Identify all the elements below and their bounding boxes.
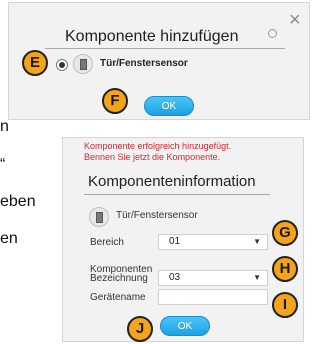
bereich-value: 01	[169, 236, 181, 247]
bereich-select[interactable]: 01 ▼	[158, 234, 268, 250]
door-sensor-icon	[89, 207, 109, 227]
geraetename-input[interactable]	[158, 289, 268, 305]
divider	[84, 194, 270, 195]
dialog-title: Komponente hinzufügen	[65, 28, 239, 45]
ok-button[interactable]: OK	[160, 316, 210, 336]
step-marker-i: I	[272, 292, 298, 318]
background-text-fragment: eben	[0, 193, 36, 210]
sensor-name: Tür/Fenstersensor	[100, 58, 188, 69]
spinner-icon	[268, 29, 277, 38]
bezeichnung-value: 03	[169, 272, 181, 283]
sensor-radio-button[interactable]	[56, 59, 68, 71]
step-marker-h: H	[272, 256, 298, 282]
step-marker-f: F	[102, 88, 128, 114]
door-sensor-icon	[73, 54, 93, 74]
background-text-fragment: n	[0, 118, 9, 135]
success-message: Bennen Sie jetzt die Komponente.	[84, 152, 221, 162]
geraetename-label: Gerätename	[90, 292, 146, 303]
divider	[45, 48, 285, 49]
background-text-fragment: en	[0, 230, 18, 247]
sensor-name: Tür/Fenstersensor	[116, 210, 198, 221]
ok-button[interactable]: OK	[144, 96, 194, 116]
bereich-label: Bereich	[90, 237, 124, 248]
chevron-down-icon: ▼	[253, 237, 261, 246]
step-marker-j: J	[127, 316, 153, 342]
close-icon[interactable]: ×	[289, 10, 301, 30]
chevron-down-icon: ▼	[253, 273, 261, 282]
step-marker-g: G	[272, 220, 298, 246]
dialog-title: Komponenteninformation	[88, 173, 256, 190]
bezeichnung-label: Bezeichnung	[90, 273, 148, 284]
success-message: Komponente erfolgreich hinzugefügt.	[84, 141, 232, 151]
step-marker-e: E	[22, 50, 48, 76]
bezeichnung-select[interactable]: 03 ▼	[158, 270, 268, 286]
background-text-fragment: “	[0, 156, 6, 173]
